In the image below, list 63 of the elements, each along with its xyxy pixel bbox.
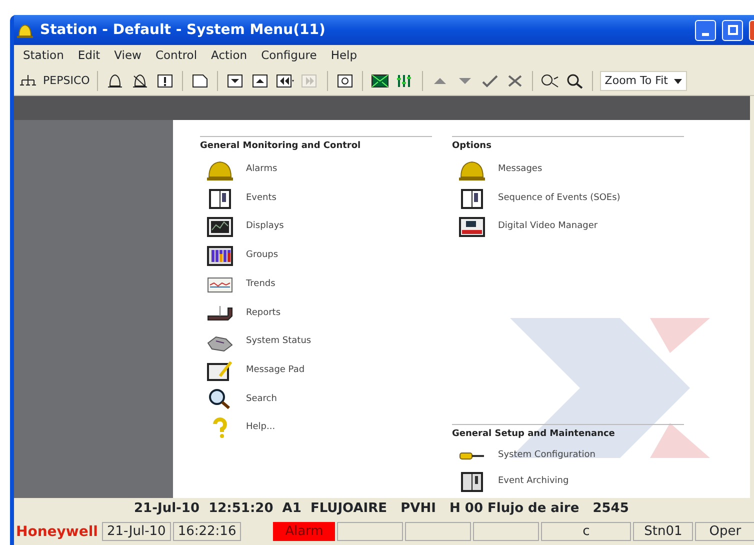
page-down-icon[interactable] — [226, 73, 244, 89]
status-field: Oper — [695, 522, 754, 541]
menu-link[interactable]: Sequence of Events (SOEs) — [498, 192, 620, 206]
menu-link[interactable]: Digital Video Manager — [498, 220, 598, 234]
station-label: PEPSICO — [43, 72, 90, 89]
bar-chart-icon[interactable] — [206, 244, 234, 267]
window-title: Station - Default - System Menu(11) — [40, 20, 326, 40]
menu-link[interactable]: Displays — [246, 220, 284, 234]
menu-link[interactable]: Message Pad — [246, 364, 305, 378]
menu-link[interactable]: System Status — [246, 335, 312, 349]
menu-link[interactable]: Search — [246, 392, 277, 406]
bell-icon[interactable] — [106, 73, 124, 89]
log-icon[interactable] — [458, 188, 486, 210]
minimize-button[interactable] — [695, 20, 716, 40]
menu-item[interactable]: Action — [211, 47, 248, 65]
alarm-indicator: Alarm — [273, 522, 336, 541]
page-icon[interactable] — [190, 73, 209, 89]
sliders-icon[interactable] — [396, 73, 414, 89]
maximize-icon — [728, 25, 738, 35]
zoom-dropdown[interactable]: Zoom To Fit — [600, 71, 687, 91]
status-field: Stn01 — [633, 522, 694, 541]
status-field: c — [541, 522, 632, 541]
archive-icon[interactable] — [458, 471, 486, 493]
menu-item[interactable]: Configure — [261, 47, 317, 65]
brand-label: Honeywell — [15, 523, 99, 541]
section-heading: General Monitoring and Control — [200, 136, 432, 154]
bell-slash-icon[interactable] — [130, 73, 149, 89]
menu-link[interactable]: System Configuration — [498, 449, 596, 463]
menu-item[interactable]: Station — [23, 47, 64, 65]
menu-link[interactable]: Messages — [498, 163, 542, 177]
section-heading: Options — [452, 136, 684, 154]
menu-item[interactable]: View — [114, 47, 142, 65]
menu-link[interactable]: Trends — [246, 278, 276, 292]
back-icon[interactable] — [276, 73, 294, 89]
status-field — [337, 522, 404, 541]
search-icon[interactable] — [566, 73, 584, 89]
log-icon[interactable] — [206, 188, 234, 210]
maximize-button[interactable] — [722, 20, 743, 40]
status-field: 16:22:16 — [172, 522, 242, 541]
page-up-icon[interactable] — [250, 73, 269, 89]
notepad-icon[interactable] — [206, 360, 234, 382]
minimize-icon — [702, 32, 709, 36]
exclamation-icon[interactable] — [156, 73, 174, 89]
status-field — [473, 522, 540, 541]
menu-item[interactable]: Help — [330, 47, 358, 65]
alarm-message: 21-Jul-10 12:51:20 A1 FLUJOAIRE PVHI H 00 Flujo de aire 2545 — [134, 500, 629, 518]
menu-item[interactable]: Edit — [78, 47, 100, 65]
cross-icon[interactable] — [506, 73, 524, 89]
caret-icon — [674, 78, 682, 84]
menu-link[interactable]: Reports — [246, 306, 281, 320]
video-camera-icon[interactable] — [458, 216, 486, 238]
menu-link[interactable]: Help... — [246, 421, 276, 435]
menu-link[interactable]: Groups — [246, 249, 278, 263]
menu-link[interactable]: Events — [246, 192, 276, 206]
menu-link[interactable]: Event Archiving — [498, 475, 569, 489]
envelope-icon[interactable] — [370, 73, 389, 89]
status-field: 21-Jul-10 — [102, 522, 171, 541]
menu-item[interactable]: Control — [155, 47, 198, 65]
check-icon[interactable] — [480, 73, 499, 89]
monitor-icon[interactable] — [206, 216, 234, 238]
section-heading: General Setup and Maintenance — [452, 424, 684, 441]
status-field — [405, 522, 472, 541]
menu-link[interactable]: Alarms — [246, 163, 278, 177]
